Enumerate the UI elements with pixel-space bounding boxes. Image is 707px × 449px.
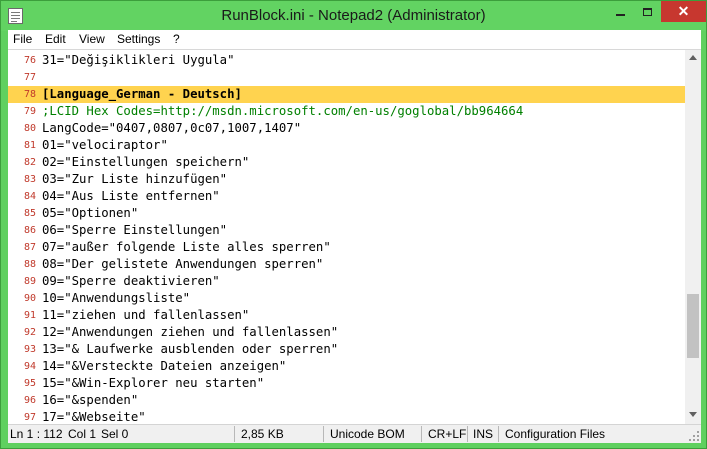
line-number: 86 [23,225,36,236]
status-file-size: 2,85 KB [241,427,284,441]
line-number: 76 [23,55,36,66]
status-separator [421,426,422,442]
editor-line[interactable]: 79 ;LCID Hex Codes=http://msdn.microsoft.… [8,103,685,120]
line-number: 96 [23,395,36,406]
editor-line[interactable]: 82 02="Einstellungen speichern" [8,154,685,171]
minimize-button[interactable] [607,1,634,22]
maximize-button[interactable] [634,1,661,22]
menu-file[interactable]: File [13,32,32,46]
line-number: 89 [23,276,36,287]
scroll-down-arrow-icon[interactable] [689,412,697,417]
status-line-position: Ln 1 : 112 [10,427,63,441]
line-text: ;LCID Hex Codes=http://msdn.microsoft.co… [42,104,524,118]
scrollbar-thumb[interactable] [687,294,699,358]
line-text: 01="velociraptor" [42,138,168,152]
line-number: 93 [23,344,36,355]
line-number: 81 [23,140,36,151]
line-number: 83 [23,174,36,185]
line-number: 77 [23,72,36,83]
editor-lines[interactable]: 76 31="Değişiklikleri Uygula" 77 78 [Languag… [8,52,685,426]
editor-line[interactable]: 89 09="Sperre deaktivieren" [8,273,685,290]
editor-line[interactable]: 90 10="Anwendungsliste" [8,290,685,307]
vertical-scrollbar[interactable] [685,50,701,424]
line-text: 08="Der gelistete Anwendungen sperren" [42,257,324,271]
line-text: 06="Sperre Einstellungen" [42,223,228,237]
line-number: 92 [23,327,36,338]
line-number: 82 [23,157,36,168]
line-number: 85 [23,208,36,219]
editor-line[interactable]: 95 15="&Win-Explorer neu starten" [8,375,685,392]
minimize-icon [616,13,625,16]
title-bar[interactable]: RunBlock.ini - Notepad2 (Administrator) … [1,1,706,31]
line-text: 07="außer folgende Liste alles sperren" [42,240,331,254]
editor-line[interactable]: 92 12="Anwendungen ziehen und fallenlasse… [8,324,685,341]
editor-line[interactable]: 94 14="&Versteckte Dateien anzeigen" [8,358,685,375]
line-text: 16="&spenden" [42,393,139,407]
line-text: 14="&Versteckte Dateien anzeigen" [42,359,287,373]
line-text: 05="Optionen" [42,206,139,220]
menu-view[interactable]: View [79,32,105,46]
status-scheme[interactable]: Configuration Files [505,427,605,441]
maximize-icon [643,7,652,16]
status-separator [498,426,499,442]
line-number: 80 [23,123,36,134]
resize-grip-icon[interactable] [689,431,699,441]
editor-line[interactable]: 77 [8,69,685,86]
line-text: 09="Sperre deaktivieren" [42,274,220,288]
status-separator [467,426,468,442]
editor-line[interactable]: 81 01="velociraptor" [8,137,685,154]
editor-line-highlighted[interactable]: 78 [Language_German - Deutsch] [8,86,685,103]
line-text: 03="Zur Liste hinzufügen" [42,172,228,186]
editor-line[interactable]: 87 07="außer folgende Liste alles sperren… [8,239,685,256]
notepad2-window: RunBlock.ini - Notepad2 (Administrator) … [0,0,707,449]
editor-line[interactable]: 76 31="Değişiklikleri Uygula" [8,52,685,69]
line-number: 79 [23,106,36,117]
window-title: RunBlock.ini - Notepad2 (Administrator) [221,7,486,24]
line-text: 04="Aus Liste entfernen" [42,189,220,203]
status-separator [234,426,235,442]
editor-line[interactable]: 96 16="&spenden" [8,392,685,409]
editor-line[interactable]: 85 05="Optionen" [8,205,685,222]
line-number: 84 [23,191,36,202]
status-bar: Ln 1 : 112 Col 1 Sel 0 2,85 KB Unicode B… [8,424,701,443]
close-icon: ✕ [677,3,690,19]
status-selection: Sel 0 [101,427,129,441]
line-number: 88 [23,259,36,270]
status-encoding[interactable]: Unicode BOM [330,427,405,441]
editor-line[interactable]: 86 06="Sperre Einstellungen" [8,222,685,239]
status-line-endings[interactable]: CR+LF [428,427,466,441]
line-text: 12="Anwendungen ziehen und fallenlassen" [42,325,339,339]
editor-line[interactable]: 88 08="Der gelistete Anwendungen sperren" [8,256,685,273]
line-number: 87 [23,242,36,253]
scroll-up-arrow-icon[interactable] [689,55,697,60]
status-separator [323,426,324,442]
editor-line[interactable]: 93 13="& Laufwerke ausblenden oder sperre… [8,341,685,358]
editor-line[interactable]: 91 11="ziehen und fallenlassen" [8,307,685,324]
line-text: 02="Einstellungen speichern" [42,155,250,169]
editor-line[interactable]: 84 04="Aus Liste entfernen" [8,188,685,205]
editor-line[interactable]: 83 03="Zur Liste hinzufügen" [8,171,685,188]
line-text: 11="ziehen und fallenlassen" [42,308,250,322]
status-insert-mode[interactable]: INS [473,427,493,441]
line-number: 90 [23,293,36,304]
line-text: 13="& Laufwerke ausblenden oder sperren" [42,342,339,356]
line-number: 95 [23,378,36,389]
menu-help[interactable]: ? [173,32,180,46]
line-text: 31="Değişiklikleri Uygula" [42,53,235,67]
line-text: LangCode="0407,0807,0c07,1007,1407" [42,121,302,135]
line-number: 91 [23,310,36,321]
status-column: Col 1 [68,427,97,441]
menu-bar: File Edit View Settings ? [8,30,701,49]
line-number: 94 [23,361,36,372]
editor-line[interactable]: 80 LangCode="0407,0807,0c07,1007,1407" [8,120,685,137]
menu-settings[interactable]: Settings [117,32,160,46]
menu-edit[interactable]: Edit [45,32,66,46]
line-text: 10="Anwendungsliste" [42,291,191,305]
line-number: 78 [23,89,36,100]
text-editor[interactable]: 76 31="Değişiklikleri Uygula" 77 78 [Languag… [8,49,701,424]
line-text: 15="&Win-Explorer neu starten" [42,376,265,390]
close-button[interactable]: ✕ [661,1,706,22]
line-text: [Language_German - Deutsch] [42,87,242,101]
